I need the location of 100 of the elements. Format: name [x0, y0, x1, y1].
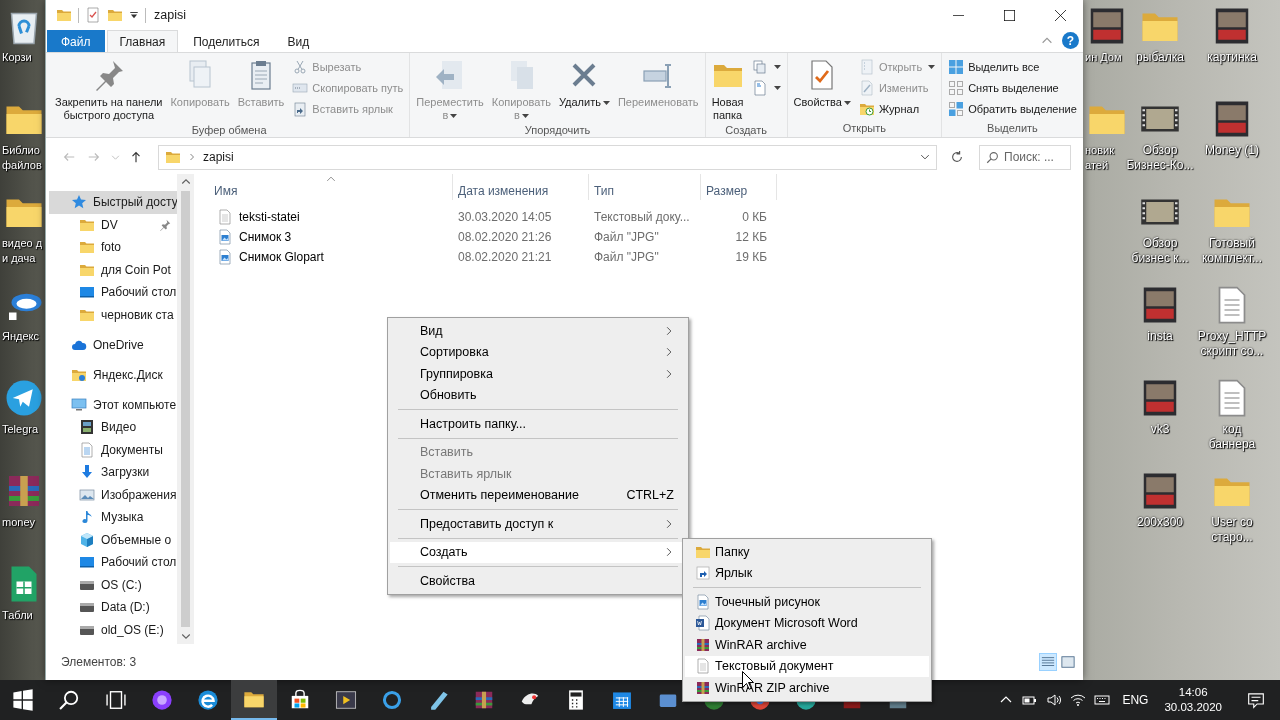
keyboard-button[interactable]	[1094, 692, 1111, 708]
caret-icon	[450, 114, 458, 119]
menu-item[interactable]: Текстовый документ	[685, 655, 929, 677]
ring-icon	[381, 689, 403, 711]
nav-item[interactable]: DV	[49, 213, 177, 236]
folder-icon	[56, 7, 72, 23]
file-name[interactable]: Снимок Glopart	[239, 250, 324, 264]
chevron-right-icon	[188, 153, 196, 161]
menu-item[interactable]: Папку	[685, 541, 929, 563]
ribbon-button[interactable]: Выделить все	[945, 57, 1080, 77]
ribbon-button[interactable]: Журнал	[855, 99, 939, 119]
menu-item[interactable]: Отменить переименование CTRL+Z	[390, 484, 686, 506]
nav-item[interactable]: Этот компьюте	[49, 393, 177, 416]
search-field[interactable]: Поиск: ...	[979, 144, 1071, 170]
menu-item[interactable]: Сортировка	[390, 341, 686, 363]
help-button[interactable]: ?	[1062, 32, 1079, 49]
ribbon-button[interactable]: Свойства	[790, 56, 854, 110]
desktop-shortcut[interactable]: money	[0, 471, 45, 564]
desktop-shortcut[interactable]: Корзи	[0, 6, 45, 99]
menu-item[interactable]: Свойства	[390, 570, 686, 592]
ribbon-tab[interactable]: Поделиться	[180, 30, 273, 52]
desktop-shortcut[interactable]: видео д и дача	[0, 192, 45, 285]
menu-item[interactable]: Группировка	[390, 363, 686, 385]
desktop-icon	[79, 284, 95, 301]
nav-item[interactable]: Яндекс.Диск	[49, 363, 177, 386]
column-header[interactable]: Размер	[701, 174, 777, 200]
history-icon	[858, 101, 875, 117]
ribbon-button[interactable]: Удалить	[555, 56, 613, 110]
desktop-shortcut[interactable]: Telegra	[0, 378, 45, 471]
clock-date[interactable]: 30.03.2020	[1164, 700, 1222, 715]
nav-item[interactable]: foto	[49, 236, 177, 259]
nav-item[interactable]: old_OS (E:)	[49, 618, 177, 641]
menu-item[interactable]: Настроить папку...	[390, 413, 686, 435]
column-header[interactable]: Дата изменения	[453, 174, 589, 200]
shortcut-label: CTRL+Z	[626, 488, 674, 503]
file-name[interactable]: teksti-statei	[239, 210, 300, 224]
refresh-icon	[950, 150, 964, 164]
chevron-down-icon	[110, 152, 120, 162]
computer-icon	[71, 396, 87, 413]
nav-item[interactable]: для Coin Pot	[49, 258, 177, 281]
calendar-icon	[611, 689, 633, 711]
menu-item[interactable]: Ярлык	[685, 562, 929, 584]
group-label: Буфер обмена	[190, 123, 268, 137]
menu-item[interactable]: Точечный рисунок	[685, 591, 929, 613]
nav-item[interactable]: Data (D:)	[49, 596, 177, 619]
nav-item[interactable]: Объемные о	[49, 528, 177, 551]
ribbon-tab[interactable]: Файл	[47, 30, 105, 52]
nav-item[interactable]: Документы	[49, 438, 177, 461]
desktop-shortcut[interactable]: Яндекс	[0, 285, 45, 378]
desktop-shortcut[interactable]: Библио файлов	[0, 99, 45, 192]
menu-item[interactable]: Документ Microsoft Word	[685, 612, 929, 634]
nav-item[interactable]: черновик ста	[49, 303, 177, 326]
nav-item[interactable]: Рабочий стол	[49, 551, 177, 574]
window-title: zapisi	[154, 8, 187, 22]
date-cell-text: 08.02.2020 21:21	[457, 250, 553, 264]
page-icon	[751, 80, 768, 96]
caret-icon	[773, 86, 781, 90]
file-name[interactable]: Снимок 3	[239, 230, 292, 244]
language-indicator[interactable]: ENG	[1122, 693, 1149, 707]
clock-time[interactable]: 14:06	[1178, 685, 1208, 700]
nav-item[interactable]: Быстрый досту	[49, 191, 177, 214]
date-cell-text: 08.02.2020 21:26	[457, 230, 553, 244]
nav-item[interactable]: Музыка	[49, 506, 177, 529]
menu-item[interactable]: WinRAR archive	[685, 634, 929, 656]
menu-item[interactable]: Предоставить доступ к	[390, 513, 686, 535]
nav-item[interactable]: OS (C:)	[49, 573, 177, 596]
column-header[interactable]: Имя	[209, 174, 453, 200]
view-button[interactable]	[1059, 653, 1077, 671]
ribbon-button[interactable]: Снять выделение	[945, 78, 1080, 98]
dropdown-icon[interactable]	[129, 10, 139, 20]
ribbon-tab[interactable]: Главная	[106, 30, 179, 52]
scroll-thumb[interactable]	[181, 191, 190, 627]
view-button[interactable]	[1039, 653, 1057, 671]
ribbon-tab[interactable]: Вид	[274, 30, 323, 52]
star-icon	[71, 194, 87, 211]
ribbon-button[interactable]: Обратить выделение	[945, 99, 1080, 119]
sort-caret-icon	[325, 174, 336, 184]
film-icon	[79, 419, 95, 436]
search-icon	[58, 689, 80, 711]
desktop-shortcut[interactable]: Табли	[0, 564, 45, 657]
speaker-button[interactable]	[1046, 692, 1063, 708]
address-bar[interactable]: zapisi	[158, 144, 937, 170]
menu-item[interactable]: Вид	[390, 320, 686, 342]
nav-item[interactable]: Рабочий стол	[49, 281, 177, 304]
nav-item[interactable]: Видео	[49, 416, 177, 439]
nav-item[interactable]: OneDrive	[49, 333, 177, 356]
ribbon-button[interactable]: Закрепить на панели быстрого доступа	[52, 56, 166, 123]
nav-item[interactable]: Загрузки	[49, 461, 177, 484]
wifi-button[interactable]	[1070, 692, 1087, 708]
taskbar-button[interactable]	[231, 680, 277, 720]
scrollbar[interactable]	[177, 174, 194, 644]
notification-icon	[1246, 691, 1265, 709]
group-label: Упорядочить	[523, 123, 592, 137]
menu-item[interactable]: Обновить	[390, 384, 686, 406]
word-document-icon	[695, 615, 711, 632]
shopping-bag-icon	[289, 689, 311, 711]
column-header[interactable]: Тип	[589, 174, 701, 200]
ribbon-button[interactable]: Новая папка	[708, 56, 747, 123]
browser-icon	[197, 689, 219, 711]
nav-item[interactable]: Изображения	[49, 483, 177, 506]
